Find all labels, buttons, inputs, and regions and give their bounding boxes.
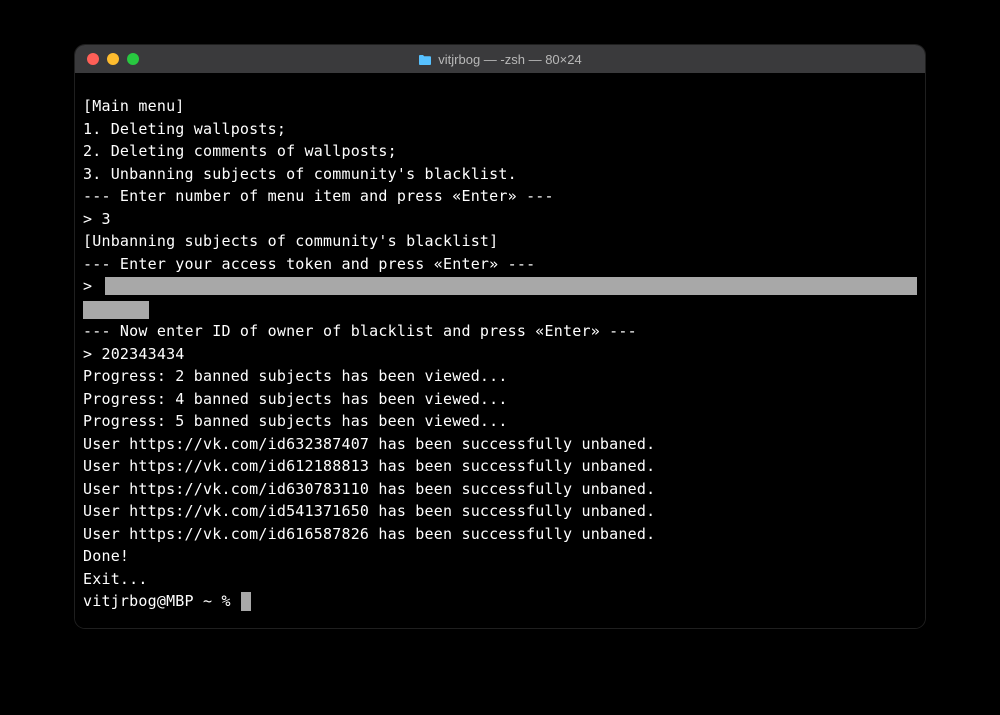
terminal-window: vitjrbog — -zsh — 80×24 [Main menu] 1. D… [75,45,925,628]
terminal-line: 1. Deleting wallposts; [83,118,917,141]
terminal-line: --- Now enter ID of owner of blacklist a… [83,320,917,343]
terminal-line: --- Enter your access token and press «E… [83,253,917,276]
terminal-line: User https://vk.com/id616587826 has been… [83,523,917,546]
terminal-line: 3. Unbanning subjects of community's bla… [83,163,917,186]
title-content: vitjrbog — -zsh — 80×24 [75,52,925,67]
terminal-line: User https://vk.com/id541371650 has been… [83,500,917,523]
terminal-prompt[interactable]: vitjrbog@MBP ~ % [83,590,917,613]
prompt-text: vitjrbog@MBP ~ % [83,590,240,613]
terminal-line: User https://vk.com/id630783110 has been… [83,478,917,501]
terminal-line: Progress: 2 banned subjects has been vie… [83,365,917,388]
close-button[interactable] [87,53,99,65]
window-title: vitjrbog — -zsh — 80×24 [438,52,581,67]
maximize-button[interactable] [127,53,139,65]
terminal-line: > 202343434 [83,343,917,366]
terminal-line: 2. Deleting comments of wallposts; [83,140,917,163]
redacted-token [105,277,917,295]
terminal-line: Progress: 5 banned subjects has been vie… [83,410,917,433]
titlebar: vitjrbog — -zsh — 80×24 [75,45,925,73]
terminal-line: Exit... [83,568,917,591]
terminal-line: [Main menu] [83,95,917,118]
cursor [241,592,251,611]
terminal-line: > 3 [83,208,917,231]
terminal-body[interactable]: [Main menu] 1. Deleting wallposts; 2. De… [75,73,925,628]
terminal-line: User https://vk.com/id632387407 has been… [83,433,917,456]
traffic-lights [87,53,139,65]
prompt-char: > [83,275,101,298]
terminal-line-redacted-cont [83,298,917,321]
terminal-line: [Unbanning subjects of community's black… [83,230,917,253]
terminal-line: Done! [83,545,917,568]
terminal-line: Progress: 4 banned subjects has been vie… [83,388,917,411]
minimize-button[interactable] [107,53,119,65]
terminal-line: User https://vk.com/id612188813 has been… [83,455,917,478]
terminal-line: --- Enter number of menu item and press … [83,185,917,208]
redacted-token [83,301,149,319]
folder-icon [418,54,432,65]
terminal-line-redacted: > [83,275,917,298]
